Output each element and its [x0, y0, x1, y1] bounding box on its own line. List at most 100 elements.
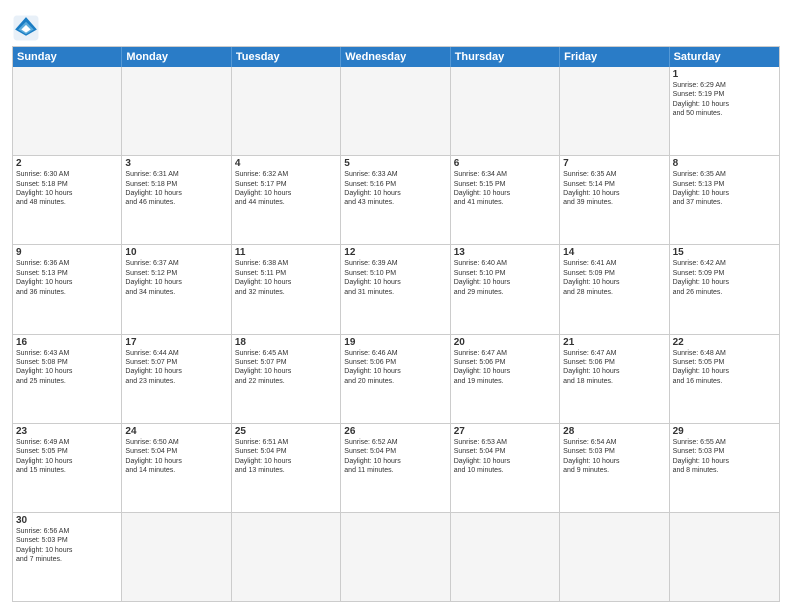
day-number: 27 [454, 426, 556, 437]
calendar-row-0: 1Sunrise: 6:29 AM Sunset: 5:19 PM Daylig… [13, 67, 779, 156]
calendar-cell: 25Sunrise: 6:51 AM Sunset: 5:04 PM Dayli… [232, 424, 341, 512]
calendar-cell: 18Sunrise: 6:45 AM Sunset: 5:07 PM Dayli… [232, 335, 341, 423]
calendar-cell: 13Sunrise: 6:40 AM Sunset: 5:10 PM Dayli… [451, 245, 560, 333]
cell-info: Sunrise: 6:35 AM Sunset: 5:13 PM Dayligh… [673, 170, 776, 208]
cell-info: Sunrise: 6:42 AM Sunset: 5:09 PM Dayligh… [673, 259, 776, 297]
cell-info: Sunrise: 6:51 AM Sunset: 5:04 PM Dayligh… [235, 438, 337, 476]
calendar-cell [232, 67, 341, 155]
calendar-cell: 22Sunrise: 6:48 AM Sunset: 5:05 PM Dayli… [670, 335, 779, 423]
day-number: 2 [16, 158, 118, 169]
weekday-header-sunday: Sunday [13, 47, 122, 67]
calendar-header: SundayMondayTuesdayWednesdayThursdayFrid… [13, 47, 779, 67]
day-number: 14 [563, 247, 665, 258]
day-number: 3 [125, 158, 227, 169]
calendar-cell [122, 513, 231, 601]
logo [12, 14, 44, 42]
weekday-header-friday: Friday [560, 47, 669, 67]
day-number: 17 [125, 337, 227, 348]
cell-info: Sunrise: 6:39 AM Sunset: 5:10 PM Dayligh… [344, 259, 446, 297]
calendar-row-1: 2Sunrise: 6:30 AM Sunset: 5:18 PM Daylig… [13, 156, 779, 245]
cell-info: Sunrise: 6:41 AM Sunset: 5:09 PM Dayligh… [563, 259, 665, 297]
day-number: 29 [673, 426, 776, 437]
day-number: 26 [344, 426, 446, 437]
header [12, 10, 780, 42]
weekday-header-thursday: Thursday [451, 47, 560, 67]
calendar-cell: 17Sunrise: 6:44 AM Sunset: 5:07 PM Dayli… [122, 335, 231, 423]
day-number: 25 [235, 426, 337, 437]
cell-info: Sunrise: 6:52 AM Sunset: 5:04 PM Dayligh… [344, 438, 446, 476]
calendar-cell [341, 513, 450, 601]
cell-info: Sunrise: 6:36 AM Sunset: 5:13 PM Dayligh… [16, 259, 118, 297]
cell-info: Sunrise: 6:53 AM Sunset: 5:04 PM Dayligh… [454, 438, 556, 476]
day-number: 1 [673, 69, 776, 80]
cell-info: Sunrise: 6:35 AM Sunset: 5:14 PM Dayligh… [563, 170, 665, 208]
calendar-cell: 27Sunrise: 6:53 AM Sunset: 5:04 PM Dayli… [451, 424, 560, 512]
cell-info: Sunrise: 6:32 AM Sunset: 5:17 PM Dayligh… [235, 170, 337, 208]
cell-info: Sunrise: 6:47 AM Sunset: 5:06 PM Dayligh… [563, 349, 665, 387]
cell-info: Sunrise: 6:49 AM Sunset: 5:05 PM Dayligh… [16, 438, 118, 476]
day-number: 7 [563, 158, 665, 169]
cell-info: Sunrise: 6:30 AM Sunset: 5:18 PM Dayligh… [16, 170, 118, 208]
weekday-header-saturday: Saturday [670, 47, 779, 67]
day-number: 21 [563, 337, 665, 348]
day-number: 24 [125, 426, 227, 437]
day-number: 30 [16, 515, 118, 526]
calendar-cell: 24Sunrise: 6:50 AM Sunset: 5:04 PM Dayli… [122, 424, 231, 512]
calendar-cell: 16Sunrise: 6:43 AM Sunset: 5:08 PM Dayli… [13, 335, 122, 423]
calendar-cell: 4Sunrise: 6:32 AM Sunset: 5:17 PM Daylig… [232, 156, 341, 244]
cell-info: Sunrise: 6:31 AM Sunset: 5:18 PM Dayligh… [125, 170, 227, 208]
calendar-cell: 11Sunrise: 6:38 AM Sunset: 5:11 PM Dayli… [232, 245, 341, 333]
day-number: 18 [235, 337, 337, 348]
cell-info: Sunrise: 6:48 AM Sunset: 5:05 PM Dayligh… [673, 349, 776, 387]
calendar-cell: 21Sunrise: 6:47 AM Sunset: 5:06 PM Dayli… [560, 335, 669, 423]
calendar: SundayMondayTuesdayWednesdayThursdayFrid… [12, 46, 780, 602]
cell-info: Sunrise: 6:38 AM Sunset: 5:11 PM Dayligh… [235, 259, 337, 297]
day-number: 20 [454, 337, 556, 348]
calendar-body: 1Sunrise: 6:29 AM Sunset: 5:19 PM Daylig… [13, 67, 779, 601]
page: SundayMondayTuesdayWednesdayThursdayFrid… [0, 0, 792, 612]
cell-info: Sunrise: 6:43 AM Sunset: 5:08 PM Dayligh… [16, 349, 118, 387]
cell-info: Sunrise: 6:34 AM Sunset: 5:15 PM Dayligh… [454, 170, 556, 208]
cell-info: Sunrise: 6:44 AM Sunset: 5:07 PM Dayligh… [125, 349, 227, 387]
calendar-cell [670, 513, 779, 601]
day-number: 11 [235, 247, 337, 258]
calendar-cell: 9Sunrise: 6:36 AM Sunset: 5:13 PM Daylig… [13, 245, 122, 333]
cell-info: Sunrise: 6:40 AM Sunset: 5:10 PM Dayligh… [454, 259, 556, 297]
calendar-cell [560, 67, 669, 155]
cell-info: Sunrise: 6:45 AM Sunset: 5:07 PM Dayligh… [235, 349, 337, 387]
calendar-cell [451, 513, 560, 601]
calendar-cell: 20Sunrise: 6:47 AM Sunset: 5:06 PM Dayli… [451, 335, 560, 423]
calendar-cell: 8Sunrise: 6:35 AM Sunset: 5:13 PM Daylig… [670, 156, 779, 244]
calendar-cell [232, 513, 341, 601]
calendar-cell: 7Sunrise: 6:35 AM Sunset: 5:14 PM Daylig… [560, 156, 669, 244]
day-number: 16 [16, 337, 118, 348]
day-number: 5 [344, 158, 446, 169]
cell-info: Sunrise: 6:33 AM Sunset: 5:16 PM Dayligh… [344, 170, 446, 208]
calendar-row-2: 9Sunrise: 6:36 AM Sunset: 5:13 PM Daylig… [13, 245, 779, 334]
calendar-cell: 2Sunrise: 6:30 AM Sunset: 5:18 PM Daylig… [13, 156, 122, 244]
calendar-cell: 30Sunrise: 6:56 AM Sunset: 5:03 PM Dayli… [13, 513, 122, 601]
calendar-cell [122, 67, 231, 155]
day-number: 13 [454, 247, 556, 258]
calendar-cell: 28Sunrise: 6:54 AM Sunset: 5:03 PM Dayli… [560, 424, 669, 512]
calendar-row-5: 30Sunrise: 6:56 AM Sunset: 5:03 PM Dayli… [13, 513, 779, 601]
day-number: 28 [563, 426, 665, 437]
calendar-cell: 10Sunrise: 6:37 AM Sunset: 5:12 PM Dayli… [122, 245, 231, 333]
weekday-header-monday: Monday [122, 47, 231, 67]
calendar-cell [451, 67, 560, 155]
calendar-cell [560, 513, 669, 601]
day-number: 12 [344, 247, 446, 258]
calendar-cell: 19Sunrise: 6:46 AM Sunset: 5:06 PM Dayli… [341, 335, 450, 423]
day-number: 22 [673, 337, 776, 348]
cell-info: Sunrise: 6:50 AM Sunset: 5:04 PM Dayligh… [125, 438, 227, 476]
calendar-cell [13, 67, 122, 155]
weekday-header-wednesday: Wednesday [341, 47, 450, 67]
cell-info: Sunrise: 6:55 AM Sunset: 5:03 PM Dayligh… [673, 438, 776, 476]
day-number: 15 [673, 247, 776, 258]
calendar-cell: 5Sunrise: 6:33 AM Sunset: 5:16 PM Daylig… [341, 156, 450, 244]
day-number: 4 [235, 158, 337, 169]
calendar-cell: 6Sunrise: 6:34 AM Sunset: 5:15 PM Daylig… [451, 156, 560, 244]
calendar-cell: 14Sunrise: 6:41 AM Sunset: 5:09 PM Dayli… [560, 245, 669, 333]
calendar-cell: 29Sunrise: 6:55 AM Sunset: 5:03 PM Dayli… [670, 424, 779, 512]
day-number: 6 [454, 158, 556, 169]
